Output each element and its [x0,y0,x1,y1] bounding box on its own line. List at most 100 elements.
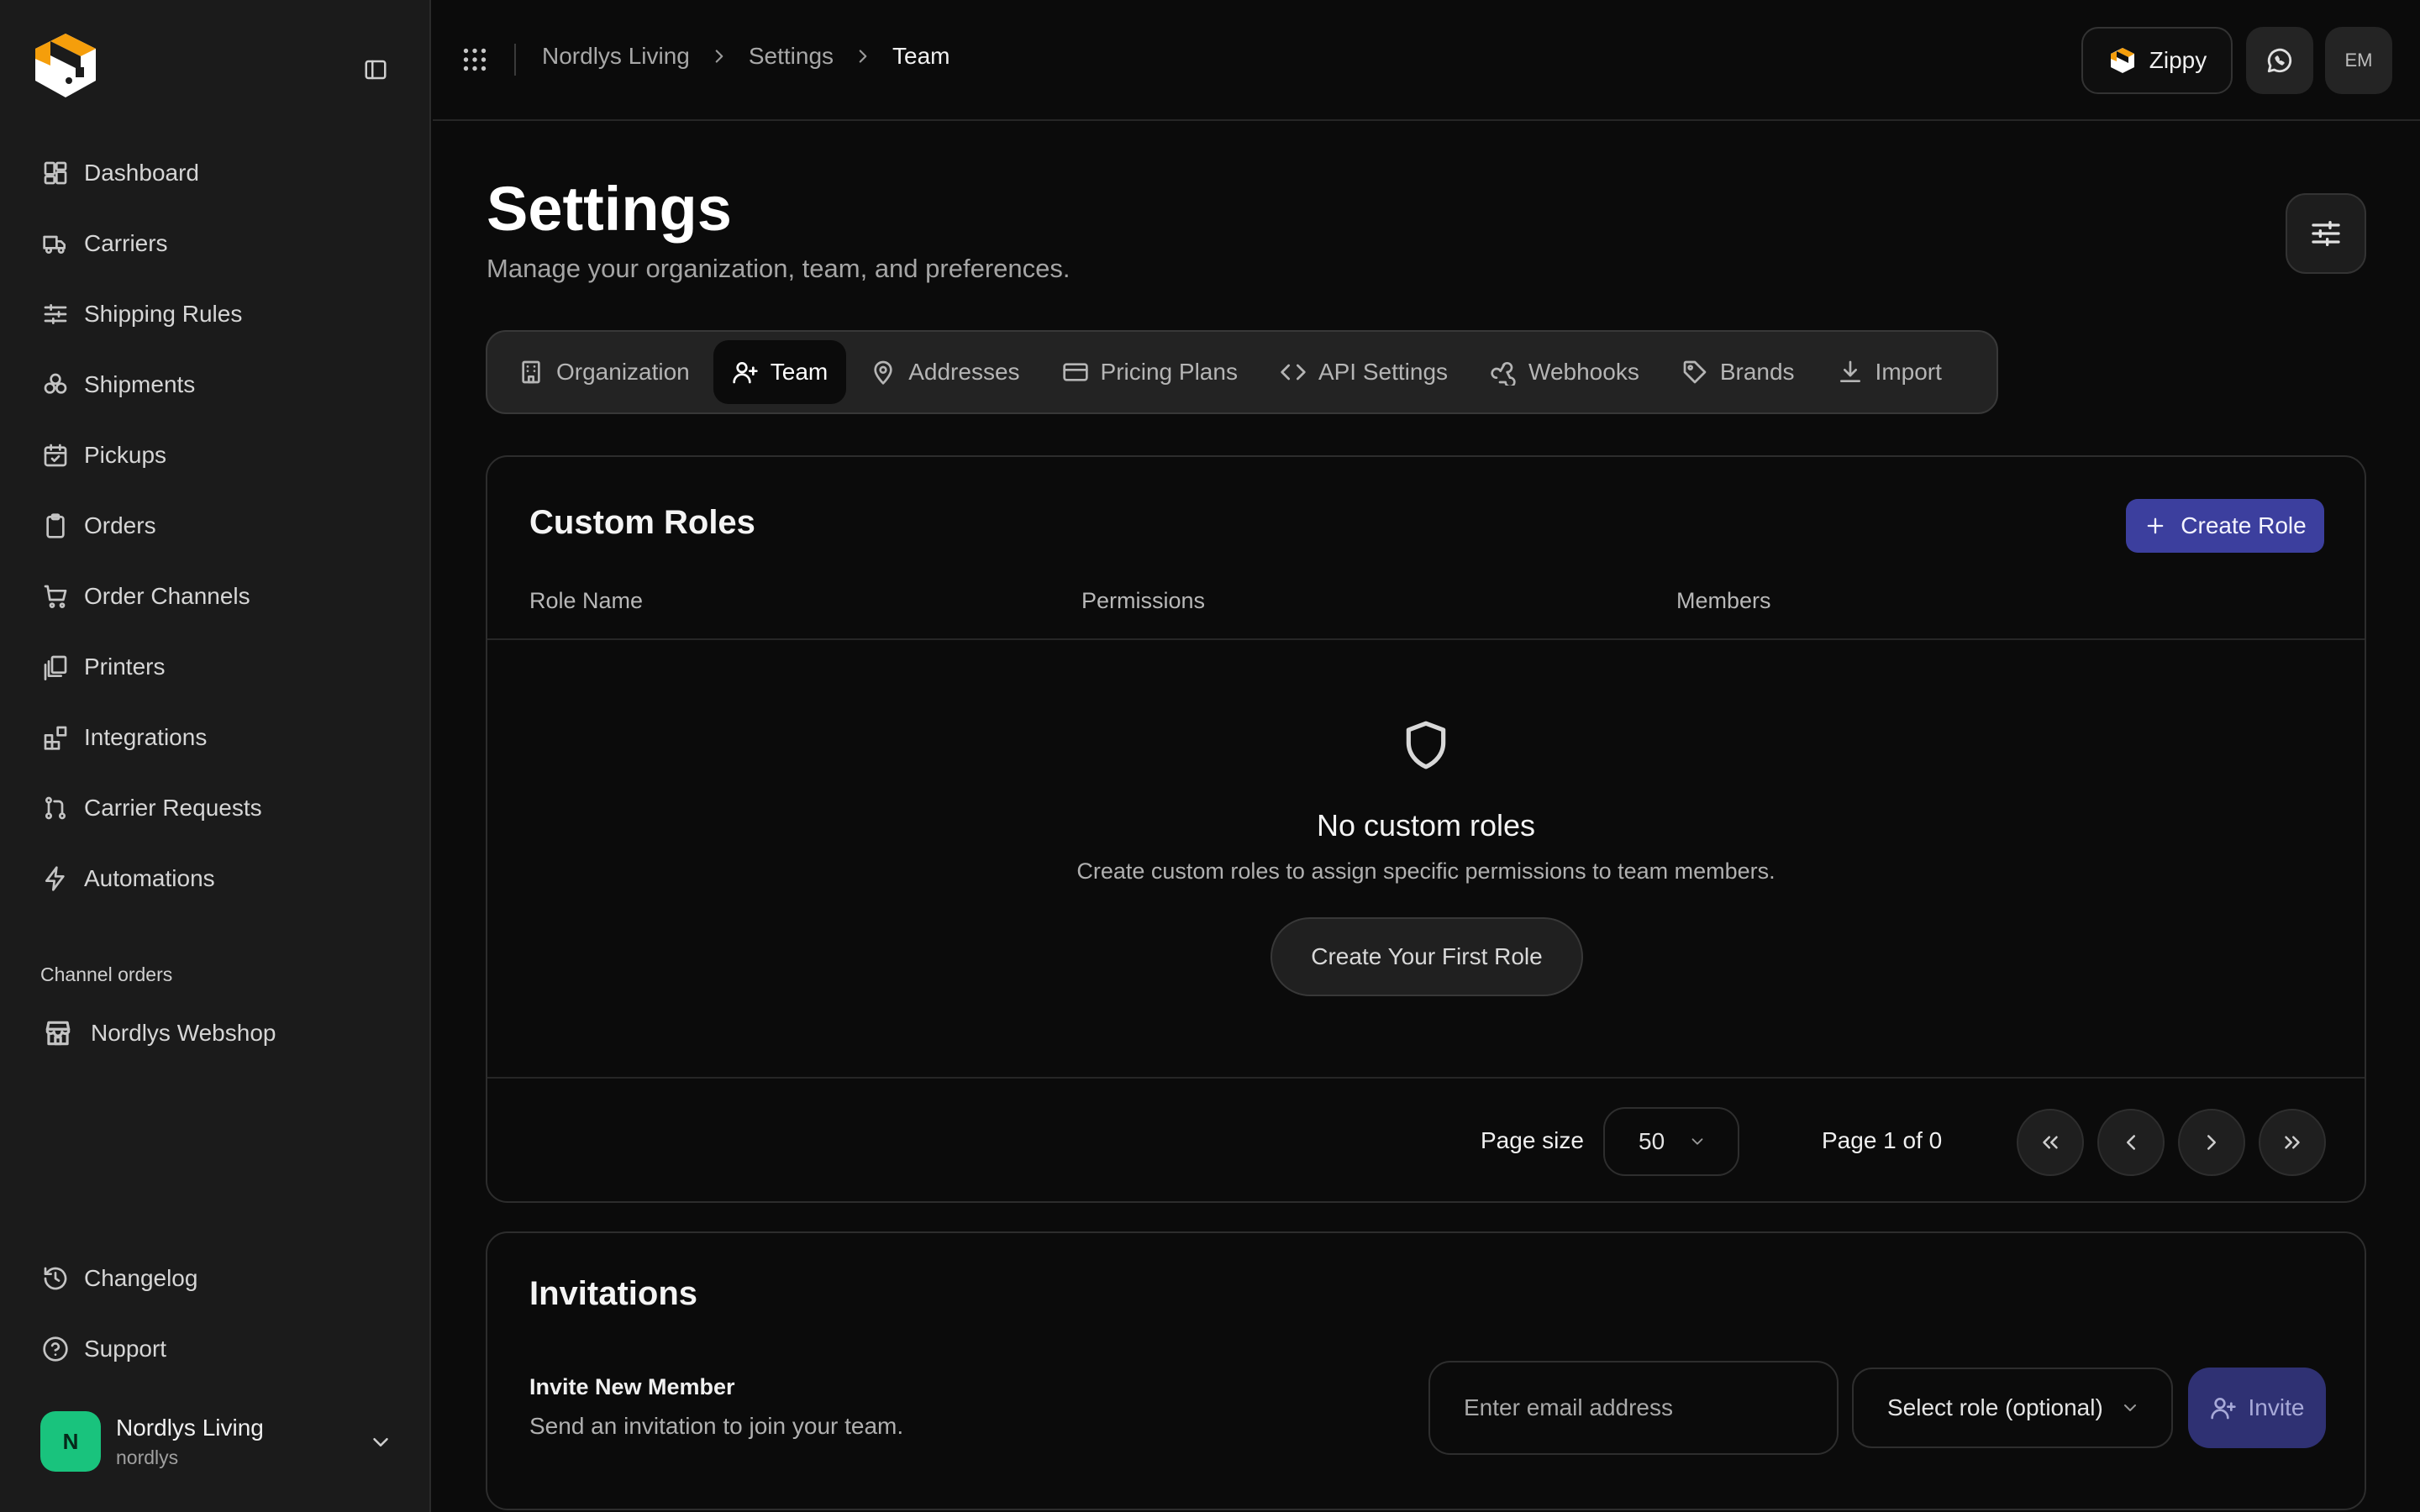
truck-icon [42,230,69,257]
sidebar-item-label: Orders [84,512,156,538]
chevron-down-icon [1688,1132,1707,1151]
plus-icon [2144,514,2167,538]
page-size-label: Page size [1481,1127,1584,1153]
tab-label: Organization [556,359,690,385]
create-role-button[interactable]: Create Role [2126,499,2324,553]
sidebar-item-shipping-rules[interactable]: Shipping Rules [0,279,431,349]
sidebar-item-label: Printers [84,654,166,680]
sidebar-item-orders[interactable]: Orders [0,491,431,561]
custom-roles-title: Custom Roles [529,504,755,541]
sidebar-item-label: Support [84,1336,167,1362]
sidebar-item-shipments[interactable]: Shipments [0,349,431,420]
invite-label: Invite [2248,1394,2305,1420]
code-icon [1280,359,1307,386]
blocks-icon [42,724,69,751]
divider [514,44,516,76]
sidebar-item-label: Carriers [84,230,168,256]
pagination: Page size 50 Page 1 of 0 [487,1107,2365,1176]
invitations-card: Invitations Invite New Member Send an in… [486,1231,2366,1510]
last-page-button[interactable] [2259,1109,2326,1176]
sidebar-item-label: Nordlys Webshop [91,1020,276,1046]
chevrons-right-icon [2280,1130,2305,1155]
calendar-check-icon [42,442,69,469]
sliders-icon [42,301,69,328]
sidebar-item-label: Shipping Rules [84,301,243,327]
user-plus-icon [2210,1394,2237,1421]
chevron-down-icon [368,1430,393,1455]
email-input[interactable] [1428,1361,1839,1455]
top-bar: Nordlys Living Settings Team Zippy EM [433,0,2420,121]
map-pin-icon [870,359,897,386]
clipboard-icon [42,512,69,539]
create-role-label: Create Role [2181,512,2307,538]
sidebar-item-changelog[interactable]: Changelog [0,1243,431,1314]
apps-grid-icon[interactable] [460,45,490,75]
zippy-logo-icon [2107,45,2138,76]
tab-import[interactable]: Import [1818,340,1960,404]
layout-dashboard-icon [42,160,69,186]
chat-button[interactable] [2246,27,2313,94]
tab-organization[interactable]: Organization [499,340,708,404]
sidebar-item-label: Pickups [84,442,167,468]
sidebar-item-integrations[interactable]: Integrations [0,702,431,773]
account-avatar[interactable]: EM [2325,27,2392,94]
tag-icon [1681,359,1708,386]
first-page-button[interactable] [2017,1109,2084,1176]
column-header-role-name: Role Name [529,588,644,613]
tab-label: Webhooks [1528,359,1639,385]
page-size-select[interactable]: 50 [1603,1107,1739,1176]
sidebar-toggle-icon[interactable] [358,52,393,87]
history-icon [42,1265,69,1292]
tab-team[interactable]: Team [713,340,847,404]
sidebar-item-dashboard[interactable]: Dashboard [0,138,431,208]
breadcrumb-item[interactable]: Settings [749,43,834,70]
preferences-button[interactable] [2286,193,2366,274]
breadcrumb-current: Team [892,43,950,69]
custom-roles-card: Custom Roles Create Role Role Name Permi… [486,455,2366,1203]
divider [487,638,2365,640]
credit-card-icon [1062,359,1089,386]
empty-state-title: No custom roles [1316,808,1536,843]
settings-tabs: Organization Team Addresses Pricing Plan… [486,330,1998,414]
breadcrumb: Nordlys Living Settings Team [542,43,950,70]
next-page-button[interactable] [2178,1109,2245,1176]
breadcrumb-item[interactable]: Nordlys Living [542,43,690,70]
chevron-right-icon [708,45,730,67]
tab-label: API Settings [1318,359,1449,385]
empty-state-description: Create custom roles to assign specific p… [1076,858,1776,884]
sidebar-item-carrier-requests[interactable]: Carrier Requests [0,773,431,843]
tab-addresses[interactable]: Addresses [851,340,1038,404]
sidebar-item-label: Integrations [84,724,208,750]
chevron-left-icon [2118,1130,2144,1155]
sidebar-item-webshop[interactable]: Nordlys Webshop [42,1008,276,1058]
sidebar-item-support[interactable]: Support [0,1314,431,1384]
sidebar-bottom-nav: Changelog Support [0,1243,431,1384]
sidebar-item-carriers[interactable]: Carriers [0,208,431,279]
zippy-button[interactable]: Zippy [2081,27,2233,94]
role-select[interactable]: Select role (optional) [1852,1368,2173,1448]
previous-page-button[interactable] [2097,1109,2165,1176]
page-info: Page 1 of 0 [1822,1127,1943,1153]
tab-webhooks[interactable]: Webhooks [1471,340,1658,404]
zap-icon [42,865,69,892]
create-first-role-button[interactable]: Create Your First Role [1270,917,1583,996]
sidebar-item-order-channels[interactable]: Order Channels [0,561,431,632]
sidebar-item-label: Shipments [84,371,196,397]
shopping-cart-icon [42,583,69,610]
tab-pricing-plans[interactable]: Pricing Plans [1044,340,1256,404]
sidebar-item-automations[interactable]: Automations [0,843,431,914]
help-circle-icon [42,1336,69,1362]
avatar: N [40,1411,101,1472]
sidebar-item-label: Automations [84,865,215,891]
column-header-permissions: Permissions [1081,588,1206,613]
user-menu[interactable]: N Nordlys Living nordlys [40,1406,393,1477]
tab-brands[interactable]: Brands [1663,340,1813,404]
sidebar-item-label: Order Channels [84,583,250,609]
tab-api-settings[interactable]: API Settings [1261,340,1466,404]
sidebar-item-printers[interactable]: Printers [0,632,431,702]
app-logo[interactable] [29,29,103,102]
invite-button[interactable]: Invite [2188,1368,2326,1448]
sidebar-item-pickups[interactable]: Pickups [0,420,431,491]
page-title: Settings [487,174,732,244]
tab-label: Pricing Plans [1100,359,1238,385]
